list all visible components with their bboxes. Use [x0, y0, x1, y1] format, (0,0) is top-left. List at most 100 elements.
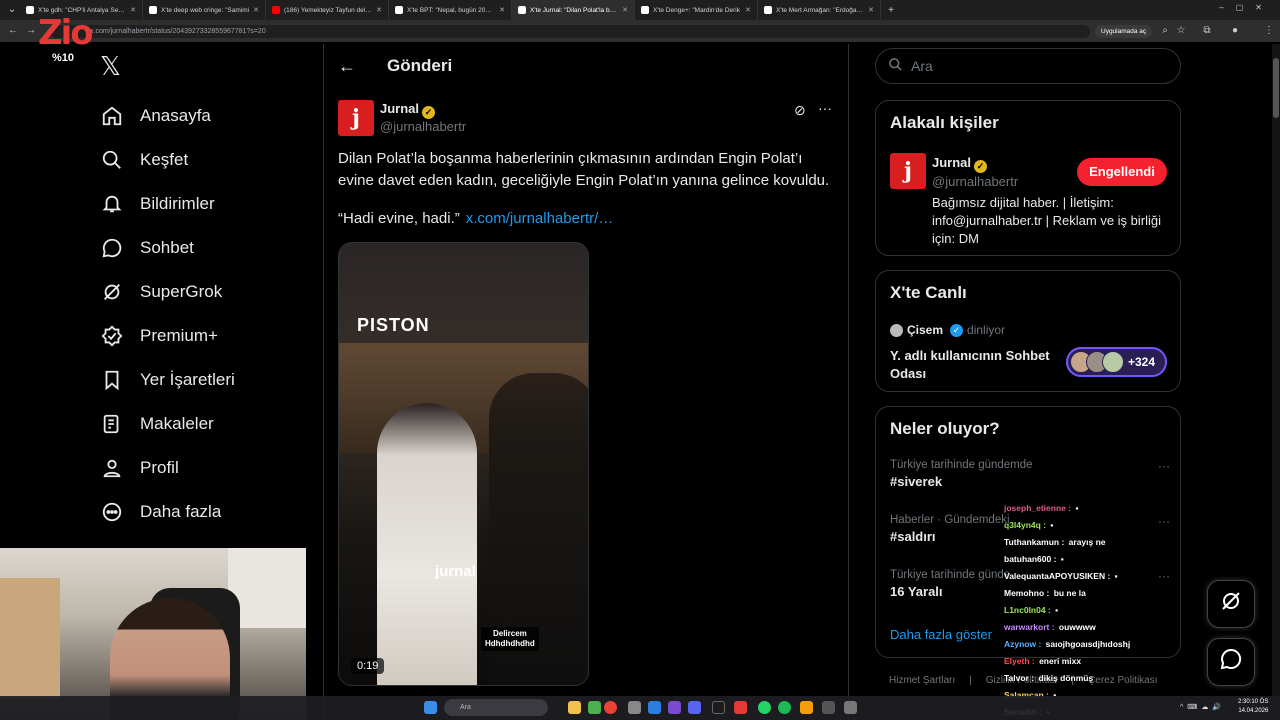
discord-icon[interactable] — [688, 701, 701, 714]
file-explorer-icon[interactable] — [568, 701, 581, 714]
related-handle[interactable]: @jurnalhabertr — [932, 174, 1018, 189]
nav-supergrok[interactable]: SuperGrok — [100, 272, 222, 312]
verified-blue-icon: ✓ — [950, 323, 964, 337]
grok-fab[interactable] — [1207, 580, 1255, 628]
author-handle[interactable]: @jurnalhabertr — [380, 119, 466, 134]
chat-message: joseph_etienne : ▪ — [1004, 500, 1204, 517]
more-circle-icon — [100, 500, 124, 524]
nav-explore[interactable]: Keşfet — [100, 140, 188, 180]
chat-icon — [100, 236, 124, 260]
post-video[interactable]: PISTON jurnal Delircem Hdhdhdhdhd 0:19 — [338, 242, 589, 686]
browser-tab[interactable]: X'te Denge+: "Mardin'de Derik ✕ — [635, 0, 758, 20]
nav-bookmarks[interactable]: Yer İşaretleri — [100, 360, 235, 400]
chat-text: eneri mixx — [1036, 656, 1082, 666]
zoom-icon[interactable]: ⌕ — [1158, 24, 1172, 38]
nav-profile[interactable]: Profil — [100, 448, 179, 488]
grok-explain-icon[interactable]: ⊘ — [794, 102, 806, 119]
post-more-icon[interactable]: ··· — [818, 100, 832, 116]
messages-fab[interactable] — [1207, 638, 1255, 686]
chat-message: q3l4yn4q : ▪ — [1004, 517, 1204, 534]
nav-chat[interactable]: Sohbet — [100, 228, 194, 268]
more-icon[interactable]: ··· — [1158, 459, 1170, 473]
live-listeners-pill[interactable]: +324 — [1066, 347, 1167, 377]
close-icon[interactable]: ✕ — [868, 6, 874, 14]
nav-premium[interactable]: Premium+ — [100, 316, 218, 356]
browser-tab[interactable]: (186) Yemekteyiz Tayfun delird ✕ — [266, 0, 389, 20]
app-icon[interactable] — [712, 701, 725, 714]
windows-start-icon[interactable] — [424, 701, 437, 714]
related-avatar[interactable]: j — [890, 153, 926, 189]
chat-text: saıojhgoaısdjhıdoshj — [1043, 639, 1131, 649]
chat-message: Memohno : bu ne la — [1004, 585, 1204, 602]
taskbar-search[interactable]: Ara — [444, 699, 548, 716]
blocked-button[interactable]: Engellendi — [1077, 158, 1167, 186]
whatsapp-icon[interactable] — [758, 701, 771, 714]
scrollbar-thumb[interactable] — [1273, 58, 1279, 118]
page-scrollbar[interactable] — [1272, 44, 1280, 696]
chat-message: Azynow : saıojhgoaısdjhıdoshj — [1004, 636, 1204, 653]
nav-more[interactable]: Daha fazla — [100, 492, 221, 532]
article-icon — [100, 412, 124, 436]
spotify-icon[interactable] — [778, 701, 791, 714]
chat-message: batuhan600 : ▪ — [1004, 551, 1204, 568]
close-icon[interactable]: ✕ — [499, 6, 505, 14]
app-icon[interactable] — [588, 701, 601, 714]
related-name[interactable]: Jurnal ✓ — [932, 155, 988, 173]
chat-username: joseph_etienne : — [1004, 503, 1072, 513]
back-icon[interactable]: ← — [6, 24, 20, 38]
chat-username: Talvor : — [1004, 673, 1035, 683]
video-person-woman — [377, 403, 477, 685]
x-favicon-icon — [518, 6, 526, 14]
browser-tab-active[interactable]: X'te Jurnal: "Dilan Polat'la boşa ✕ — [512, 0, 635, 20]
close-icon[interactable]: ✕ — [130, 6, 136, 14]
taskbar-clock[interactable]: 2:30:10 ÖS 14.04.2026 — [1238, 698, 1268, 716]
author-name[interactable]: Jurnal ✓ — [380, 101, 436, 119]
x-logo-icon[interactable]: 𝕏 — [100, 54, 126, 80]
app-icon[interactable] — [668, 701, 681, 714]
extensions-icon[interactable]: ⧉ — [1200, 24, 1214, 38]
grok-icon — [1219, 589, 1243, 619]
back-arrow-icon[interactable]: ← — [338, 56, 356, 77]
profile-icon[interactable]: ● — [1228, 24, 1242, 38]
webcam-shelf — [0, 578, 60, 698]
close-icon[interactable]: ✕ — [253, 6, 259, 14]
live-room-title[interactable]: Y. adlı kullanıcının Sohbet Odası — [890, 347, 1060, 383]
app-icon[interactable] — [844, 701, 857, 714]
nav-articles[interactable]: Makaleler — [100, 404, 214, 444]
verified-gold-icon: ✓ — [422, 106, 436, 119]
chat-message: Talvor : dikiş dönmüş — [1004, 670, 1204, 687]
close-icon[interactable]: ✕ — [745, 6, 751, 14]
app-icon[interactable] — [822, 701, 835, 714]
trend-item[interactable]: Türkiye tarihinde gündemde #siverek ··· — [890, 459, 1170, 489]
close-icon[interactable]: ✕ — [376, 6, 382, 14]
window-controls[interactable]: –▢✕ — [1219, 3, 1274, 12]
nav-notifications[interactable]: Bildirimler — [100, 184, 215, 224]
search-input[interactable]: Ara — [875, 48, 1181, 84]
browser-tab[interactable]: X'te BPT: "Nepal, bugün 2083 y ✕ — [389, 0, 512, 20]
bookmark-star-icon[interactable]: ☆ — [1174, 24, 1188, 38]
app-icon[interactable] — [734, 701, 747, 714]
close-icon[interactable]: ✕ — [622, 6, 628, 14]
author-avatar[interactable]: j — [338, 100, 374, 136]
new-tab-button[interactable]: + — [881, 5, 901, 16]
live-card: X'te Canlı Çisem ✓ dinliyor Y. adlı kullan… — [875, 270, 1181, 392]
browser-tab[interactable]: X'te Mert Armağan: "Erdoğan'a ✕ — [758, 0, 881, 20]
open-in-app-button[interactable]: Uygulamada aç — [1095, 25, 1153, 38]
system-tray-icons[interactable]: ^⌨☁🔊 — [1180, 703, 1225, 711]
tab-search-icon[interactable]: ⌄ — [2, 3, 22, 17]
post-link[interactable]: x.com/jurnalhabertr/… — [466, 210, 614, 227]
chat-username: L1nc0ln04 : — [1004, 605, 1051, 615]
footer-link[interactable]: Hizmet Şartları — [889, 675, 955, 686]
chat-text: ▪ — [1048, 520, 1054, 530]
chrome-icon[interactable] — [604, 701, 617, 714]
app-icon[interactable] — [628, 701, 641, 714]
nav-home[interactable]: Anasayfa — [100, 96, 211, 136]
app-icon[interactable] — [800, 701, 813, 714]
edge-icon[interactable] — [648, 701, 661, 714]
forward-icon[interactable]: → — [24, 24, 38, 38]
show-more-link[interactable]: Daha fazla göster — [890, 627, 992, 642]
url-field[interactable]: x.com/jurnalhabertr/status/2043927332855… — [50, 25, 1090, 38]
menu-icon[interactable]: ⋮ — [1262, 24, 1276, 38]
browser-tab[interactable]: X'te deep web cringe: "Samimi ✕ — [143, 0, 266, 20]
live-host[interactable]: Çisem ✓ dinliyor — [890, 323, 1005, 337]
